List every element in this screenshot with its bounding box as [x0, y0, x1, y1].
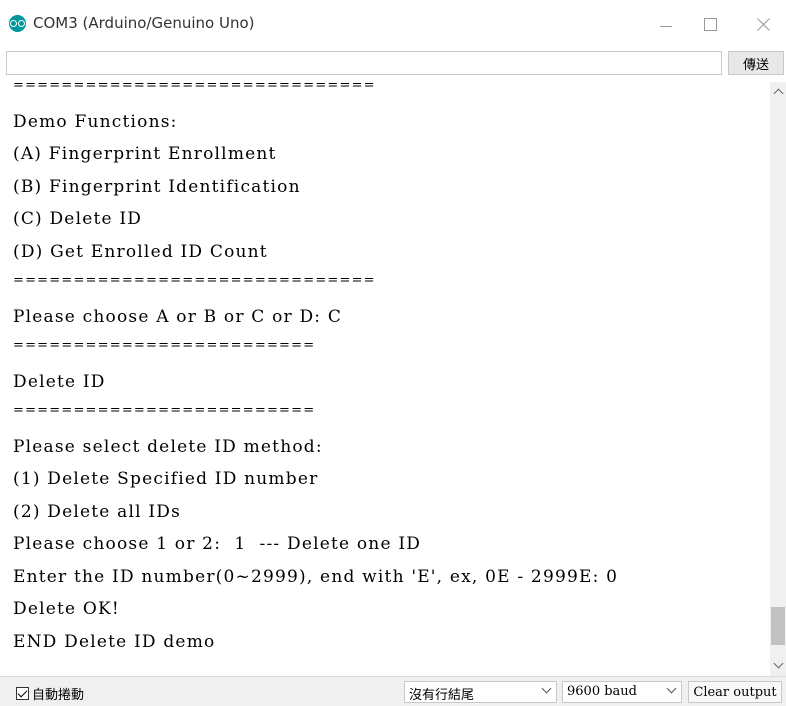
- checkbox-checked-icon[interactable]: [16, 686, 29, 700]
- baud-rate-value: 9600 baud: [567, 684, 637, 699]
- maximize-icon[interactable]: [690, 8, 730, 40]
- send-row: 傳送: [0, 48, 786, 80]
- line-ending-select[interactable]: 沒有行結尾: [404, 681, 557, 703]
- minimize-icon[interactable]: [645, 8, 685, 40]
- separator-line: ==============================: [13, 82, 376, 93]
- scroll-thumb[interactable]: [771, 607, 785, 645]
- output-line: Delete ID: [13, 371, 106, 392]
- output-line: (A) Fingerprint Enrollment: [13, 144, 277, 164]
- chevron-down-icon: [666, 683, 677, 694]
- separator-line: =========================: [13, 403, 316, 418]
- separator-line: ==============================: [13, 273, 376, 288]
- output-line: (2) Delete all IDs: [13, 501, 182, 522]
- send-button[interactable]: 傳送: [728, 51, 784, 75]
- output-line: (B) Fingerprint Identification: [13, 176, 301, 197]
- autoscroll-label: 自動捲動: [32, 687, 85, 703]
- output-line: Delete OK!: [13, 599, 120, 619]
- serial-input[interactable]: [6, 51, 722, 75]
- output-line: END Delete ID demo: [13, 631, 216, 652]
- clear-output-button[interactable]: Clear output: [688, 681, 782, 703]
- title-bar: COM3 (Arduino/Genuino Uno): [0, 0, 786, 48]
- scroll-up-arrow-icon[interactable]: [770, 82, 786, 100]
- output-line: (D) Get Enrolled ID Count: [13, 241, 268, 262]
- output-line: Please select delete ID method:: [13, 436, 323, 457]
- output-line: Please choose A or B or C or D: C: [13, 306, 343, 327]
- output-line: Demo Functions:: [13, 111, 178, 132]
- status-bar: 自動捲動 沒有行結尾 9600 baud Clear output: [0, 676, 786, 706]
- output-line: Please choose 1 or 2: 1 --- Delete one I…: [13, 534, 422, 554]
- scroll-down-arrow-icon[interactable]: [770, 658, 786, 676]
- close-icon[interactable]: [742, 8, 782, 40]
- output-line: Enter the ID number(0~2999), end with 'E…: [13, 566, 619, 587]
- line-ending-value: 沒有行結尾: [409, 688, 475, 703]
- output-lines: ============================== Demo Funct…: [10, 82, 770, 667]
- window-title: COM3 (Arduino/Genuino Uno): [33, 14, 255, 32]
- output-line: (1) Delete Specified ID number: [13, 469, 319, 489]
- output-line: (C) Delete ID: [13, 209, 143, 229]
- separator-line: =========================: [13, 338, 316, 353]
- chevron-down-icon: [541, 683, 552, 694]
- baud-rate-select[interactable]: 9600 baud: [562, 681, 682, 703]
- vertical-scrollbar[interactable]: [770, 82, 786, 676]
- autoscroll-toggle[interactable]: 自動捲動: [16, 684, 85, 703]
- serial-output[interactable]: ============================== Demo Funct…: [10, 82, 770, 674]
- arduino-logo-icon: [9, 15, 26, 32]
